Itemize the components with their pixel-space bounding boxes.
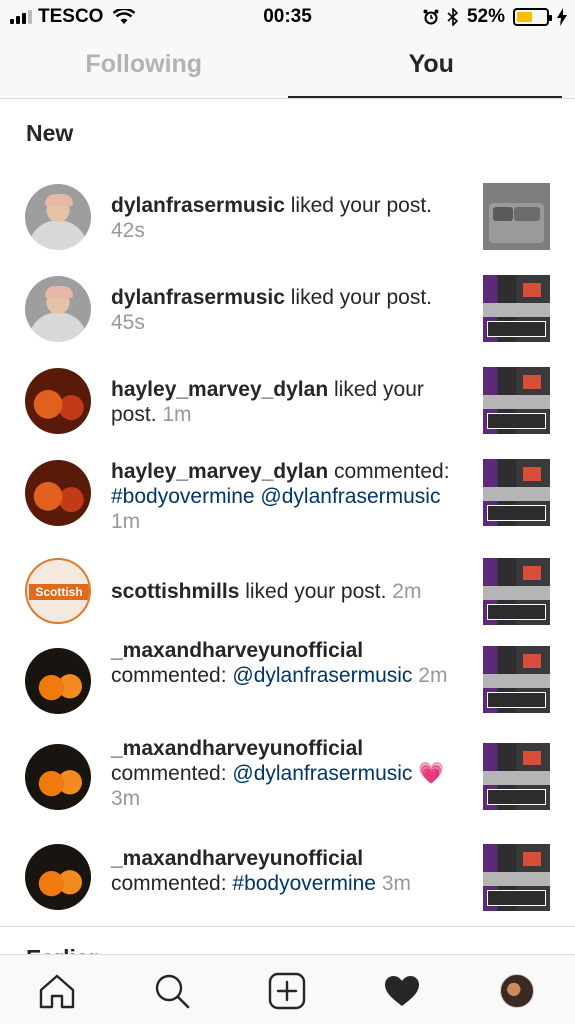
timestamp: 3m (111, 787, 141, 810)
user-avatar[interactable] (25, 368, 91, 434)
alarm-icon (423, 9, 439, 25)
nav-activity-button[interactable] (382, 971, 422, 1011)
action-text: liked your post. (284, 194, 432, 217)
activity-heart-icon (385, 976, 419, 1006)
notification-text: _maxandharveyunofficial commented: @dyla… (111, 638, 456, 688)
tab-you[interactable]: You (287, 32, 575, 98)
action-text: commented: (111, 664, 233, 687)
comment-link[interactable]: #bodyovermine (232, 872, 376, 895)
user-avatar[interactable] (25, 844, 91, 910)
heart-emoji: 💗 (418, 762, 445, 785)
notification-item[interactable]: dylanfrasermusic liked your post. 45s (0, 262, 575, 354)
notification-item[interactable]: hayley_marvey_dylan commented: #bodyover… (0, 446, 575, 546)
action-text: commented: (111, 762, 233, 785)
nav-add-button[interactable] (267, 971, 307, 1011)
notification-list: dylanfrasermusic liked your post. 42s dy… (0, 170, 575, 930)
action-text: liked your post. (239, 580, 387, 603)
username[interactable]: _maxandharveyunofficial (111, 847, 363, 870)
notification-text: scottishmills liked your post. 2m (111, 579, 456, 604)
comment-link[interactable]: @dylanfrasermusic (232, 664, 412, 687)
username[interactable]: _maxandharveyunofficial (111, 737, 363, 760)
timestamp: 3m (381, 872, 412, 895)
username[interactable]: hayley_marvey_dylan (111, 460, 328, 483)
charging-bolt-icon (557, 8, 567, 26)
status-bar: TESCO 00:35 52% (0, 0, 575, 32)
avatar-logo-text: Scottish (29, 584, 89, 600)
home-icon (39, 974, 75, 1009)
notification-item[interactable]: _maxandharveyunofficial commented: @dyla… (0, 634, 575, 730)
notification-item[interactable]: hayley_marvey_dylan liked your post. 1m (0, 354, 575, 446)
timestamp: 2m (392, 580, 422, 603)
notification-item[interactable]: Scottish scottishmills liked your post. … (0, 546, 575, 634)
battery-percent: 52% (466, 6, 505, 27)
username[interactable]: _maxandharveyunofficial (111, 639, 363, 662)
post-thumbnail[interactable] (483, 646, 550, 713)
username[interactable]: scottishmills (111, 580, 239, 603)
battery-icon (513, 8, 552, 26)
bluetooth-icon (447, 8, 459, 26)
nav-home-button[interactable] (37, 971, 77, 1011)
add-post-icon (268, 972, 306, 1010)
nav-search-button[interactable] (152, 971, 192, 1011)
post-thumbnail[interactable] (483, 844, 550, 911)
username[interactable]: hayley_marvey_dylan (111, 378, 328, 401)
timestamp: 42s (111, 219, 145, 242)
activity-tabs: Following You (0, 32, 575, 99)
user-avatar[interactable] (25, 184, 91, 250)
post-thumbnail[interactable] (483, 558, 550, 625)
search-icon (155, 974, 190, 1009)
notification-text: hayley_marvey_dylan liked your post. 1m (111, 377, 456, 427)
notification-text: dylanfrasermusic liked your post. 45s (111, 285, 456, 335)
nav-profile-button[interactable] (497, 971, 537, 1011)
post-thumbnail[interactable] (483, 275, 550, 342)
timestamp: 1m (111, 510, 141, 533)
timestamp: 45s (111, 311, 145, 334)
action-text: commented: (328, 460, 450, 483)
notification-text: _maxandharveyunofficial commented: @dyla… (111, 736, 456, 811)
action-text: commented: (111, 872, 233, 895)
notification-item[interactable]: _maxandharveyunofficial commented: @dyla… (0, 730, 575, 830)
user-avatar[interactable] (25, 460, 91, 526)
post-thumbnail[interactable] (483, 743, 550, 810)
comment-link[interactable]: #bodyovermine @dylanfrasermusic (111, 485, 440, 508)
comment-link[interactable]: @dylanfrasermusic (232, 762, 412, 785)
user-avatar[interactable] (25, 744, 91, 810)
post-thumbnail[interactable] (483, 183, 550, 250)
section-title-new: New (26, 120, 74, 146)
timestamp: 2m (418, 664, 448, 687)
tab-following[interactable]: Following (0, 32, 288, 98)
notification-text: dylanfrasermusic liked your post. 42s (111, 193, 456, 243)
notification-text: hayley_marvey_dylan commented: #bodyover… (111, 459, 456, 534)
post-thumbnail[interactable] (483, 367, 550, 434)
username[interactable]: dylanfrasermusic (111, 286, 285, 309)
user-avatar[interactable]: Scottish (25, 558, 91, 624)
profile-avatar (500, 974, 534, 1008)
section-divider (0, 926, 575, 927)
user-avatar[interactable] (25, 276, 91, 342)
notification-item[interactable]: dylanfrasermusic liked your post. 42s (0, 170, 575, 262)
user-avatar[interactable] (25, 648, 91, 714)
post-thumbnail[interactable] (483, 459, 550, 526)
notification-item[interactable]: _maxandharveyunofficial commented: #body… (0, 830, 575, 930)
action-text: liked your post. (284, 286, 432, 309)
status-right-group: 52% (423, 6, 567, 28)
username[interactable]: dylanfrasermusic (111, 194, 285, 217)
timestamp: 1m (162, 403, 192, 426)
bottom-tab-bar (0, 954, 575, 1024)
notification-text: _maxandharveyunofficial commented: #body… (111, 846, 456, 896)
